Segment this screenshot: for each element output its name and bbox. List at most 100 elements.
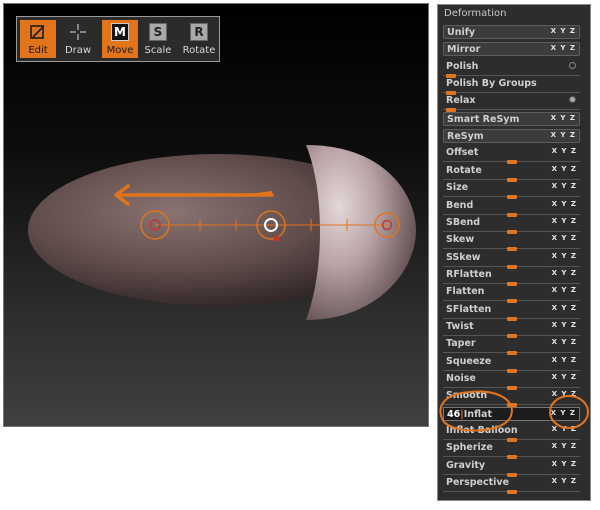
slider-twist[interactable]: Twist X Y Z xyxy=(443,320,580,338)
slider-noise[interactable]: Noise X Y Z xyxy=(443,372,580,390)
axis-x-toggle[interactable]: X xyxy=(551,44,557,52)
axis-y-toggle[interactable]: Y xyxy=(561,269,567,277)
axis-z-toggle[interactable]: Z xyxy=(571,234,577,242)
axis-toggles[interactable]: X Y Z xyxy=(552,425,577,433)
axis-z-toggle[interactable]: Z xyxy=(571,321,577,329)
axis-x-toggle[interactable]: X xyxy=(552,460,558,468)
axis-x-toggle[interactable]: X xyxy=(552,390,558,398)
slider-relax[interactable]: Relax xyxy=(443,94,580,113)
axis-z-toggle[interactable]: Z xyxy=(570,131,576,139)
button-resym[interactable]: ReSym X Y Z xyxy=(443,129,580,144)
axis-z-toggle[interactable]: Z xyxy=(571,304,577,312)
axis-z-toggle[interactable]: Z xyxy=(571,390,577,398)
axis-x-toggle[interactable]: X xyxy=(551,27,557,35)
axis-y-toggle[interactable]: Y xyxy=(561,304,567,312)
axis-y-toggle[interactable]: Y xyxy=(561,373,567,381)
slider-inflat[interactable]: 46|Inflat X Y Z xyxy=(443,406,580,421)
axis-z-toggle[interactable]: Z xyxy=(571,182,577,190)
axis-y-toggle[interactable]: Y xyxy=(561,252,567,260)
slider-smooth[interactable]: Smooth X Y Z xyxy=(443,389,580,408)
axis-x-toggle[interactable]: X xyxy=(551,131,557,139)
axis-toggles[interactable]: X Y Z xyxy=(552,182,577,190)
axis-x-toggle[interactable]: X xyxy=(552,217,558,225)
axis-toggles[interactable]: X Y Z xyxy=(552,373,577,381)
axis-y-toggle[interactable]: Y xyxy=(561,165,567,173)
axis-toggles[interactable]: X Y Z xyxy=(552,234,577,242)
axis-toggles[interactable]: X Y Z xyxy=(552,356,577,364)
axis-x-toggle[interactable]: X xyxy=(552,200,558,208)
axis-toggles[interactable]: X Y Z xyxy=(552,200,577,208)
axis-y-toggle[interactable]: Y xyxy=(560,27,566,35)
axis-z-toggle[interactable]: Z xyxy=(571,442,577,450)
button-smart-resym[interactable]: Smart ReSym X Y Z xyxy=(443,111,580,126)
slider-offset[interactable]: Offset X Y Z xyxy=(443,146,580,165)
axis-x-toggle[interactable]: X xyxy=(552,321,558,329)
axis-z-toggle[interactable]: Z xyxy=(571,252,577,260)
axis-y-toggle[interactable]: Y xyxy=(560,409,566,417)
axis-toggles[interactable]: X Y Z xyxy=(551,131,576,139)
axis-y-toggle[interactable]: Y xyxy=(560,131,566,139)
axis-x-toggle[interactable]: X xyxy=(552,182,558,190)
slider-skew[interactable]: Skew X Y Z xyxy=(443,233,580,252)
edit-button[interactable]: Edit xyxy=(20,20,56,58)
axis-y-toggle[interactable]: Y xyxy=(561,425,567,433)
axis-y-toggle[interactable]: Y xyxy=(561,321,567,329)
axis-z-toggle[interactable]: Z xyxy=(571,356,577,364)
axis-x-toggle[interactable]: X xyxy=(552,234,558,242)
axis-z-toggle[interactable]: Z xyxy=(570,27,576,35)
axis-x-toggle[interactable]: X xyxy=(552,425,558,433)
axis-z-toggle[interactable]: Z xyxy=(571,425,577,433)
slider-perspective[interactable]: Perspective X Y Z xyxy=(443,476,580,495)
axis-x-toggle[interactable]: X xyxy=(552,442,558,450)
axis-toggles[interactable]: X Y Z xyxy=(552,390,577,398)
axis-y-toggle[interactable]: Y xyxy=(561,460,567,468)
axis-x-toggle[interactable]: X xyxy=(552,373,558,381)
axis-y-toggle[interactable]: Y xyxy=(561,390,567,398)
axis-z-toggle[interactable]: Z xyxy=(571,338,577,346)
axis-z-toggle[interactable]: Z xyxy=(571,269,577,277)
slider-sbend[interactable]: SBend X Y Z xyxy=(443,216,580,234)
axis-z-toggle[interactable]: Z xyxy=(571,165,577,173)
axis-x-toggle[interactable]: X xyxy=(552,252,558,260)
button-unify[interactable]: Unify X Y Z xyxy=(443,25,580,39)
axis-x-toggle[interactable]: X xyxy=(552,356,558,364)
axis-y-toggle[interactable]: Y xyxy=(561,338,567,346)
slider-rflatten[interactable]: RFlatten X Y Z xyxy=(443,268,580,286)
relax-toggle-icon[interactable] xyxy=(569,96,576,104)
axis-z-toggle[interactable]: Z xyxy=(571,217,577,225)
slider-sflatten[interactable]: SFlatten X Y Z xyxy=(443,303,580,321)
axis-x-toggle[interactable]: X xyxy=(552,338,558,346)
axis-toggles[interactable]: X Y Z xyxy=(551,44,576,52)
axis-toggles[interactable]: X Y Z xyxy=(552,442,577,450)
axis-x-toggle[interactable]: X xyxy=(552,286,558,294)
axis-x-toggle[interactable]: X xyxy=(552,304,558,312)
axis-y-toggle[interactable]: Y xyxy=(561,200,567,208)
axis-toggles[interactable]: X Y Z xyxy=(552,252,577,260)
polish-toggle-icon[interactable] xyxy=(569,61,576,69)
axis-toggles[interactable]: X Y Z xyxy=(552,321,577,329)
axis-y-toggle[interactable]: Y xyxy=(561,356,567,364)
axis-y-toggle[interactable]: Y xyxy=(561,217,567,225)
axis-y-toggle[interactable]: Y xyxy=(561,182,567,190)
rotate-button[interactable]: R Rotate xyxy=(181,20,217,58)
slider-sskew[interactable]: SSkew X Y Z xyxy=(443,251,580,269)
axis-x-toggle[interactable]: X xyxy=(551,409,557,417)
axis-toggles[interactable]: X Y Z xyxy=(552,304,577,312)
slider-rotate[interactable]: Rotate X Y Z xyxy=(443,164,580,182)
axis-x-toggle[interactable]: X xyxy=(552,165,558,173)
scale-button[interactable]: S Scale xyxy=(140,20,176,58)
slider-track[interactable] xyxy=(443,74,580,76)
axis-toggles[interactable]: X Y Z xyxy=(552,460,577,468)
axis-x-toggle[interactable]: X xyxy=(552,477,558,485)
canvas-viewport[interactable]: Edit Draw M Move S Scale R Rotate xyxy=(3,3,429,427)
button-mirror[interactable]: Mirror X Y Z xyxy=(443,42,580,57)
axis-x-toggle[interactable]: X xyxy=(552,269,558,277)
axis-z-toggle[interactable]: Z xyxy=(571,477,577,485)
axis-toggles[interactable]: X Y Z xyxy=(552,165,577,173)
draw-button[interactable]: Draw xyxy=(60,20,96,58)
slider-inflat-balloon[interactable]: Inflat Balloon X Y Z xyxy=(443,424,580,443)
slider-flatten[interactable]: Flatten X Y Z xyxy=(443,285,580,304)
axis-z-toggle[interactable]: Z xyxy=(571,373,577,381)
axis-z-toggle[interactable]: Z xyxy=(570,44,576,52)
axis-toggles[interactable]: X Y Z xyxy=(552,477,577,485)
